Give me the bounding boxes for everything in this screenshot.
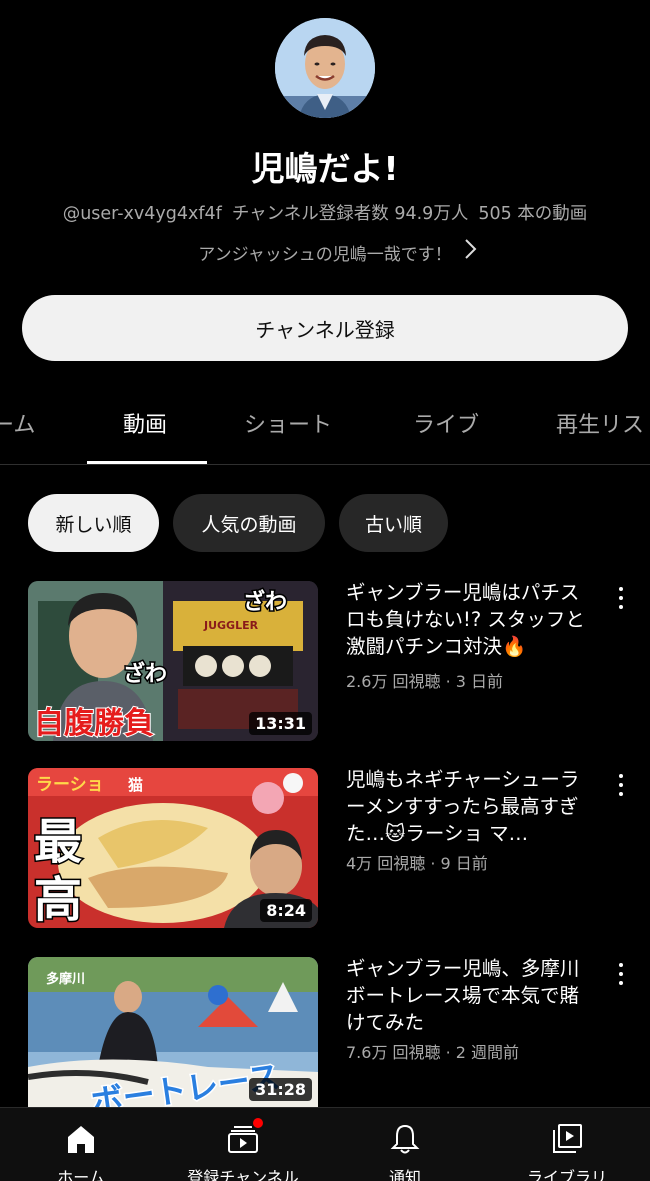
notification-dot xyxy=(251,1116,265,1130)
bottom-navigation: ホーム 登録チャンネル 通知 ライブラリ xyxy=(0,1107,650,1181)
tab-playlists[interactable]: 再生リス xyxy=(556,407,644,439)
tab-live[interactable]: ライブ xyxy=(413,407,479,439)
channel-description[interactable]: アンジャッシュの児嶋一哉です！ xyxy=(0,239,650,265)
subscribe-button[interactable]: チャンネル登録 xyxy=(22,295,628,361)
video-title[interactable]: ギャンブラー児嶋はパチスロも負けない!? スタッフと激闘パチンコ対決🔥 xyxy=(346,579,596,660)
video-duration: 13:31 xyxy=(249,712,312,735)
nav-label: ホーム xyxy=(57,1168,105,1181)
channel-tabs: ーム 動画 ショート ライブ 再生リス xyxy=(0,385,650,465)
nav-library[interactable]: ライブラリ xyxy=(486,1108,648,1181)
chip-popular[interactable]: 人気の動画 xyxy=(173,494,325,552)
active-tab-indicator xyxy=(87,461,207,464)
channel-description-text: アンジャッシュの児嶋一哉です！ xyxy=(198,245,452,265)
video-thumbnail[interactable]: ラーショ 猫 最 高 8:24 xyxy=(28,768,318,928)
video-item[interactable]: 自腹勝負 ざわ ざわ JUGGLER 13:31 ギャンブラー児嶋はパチスロも負… xyxy=(28,581,650,743)
chip-newest[interactable]: 新しい順 xyxy=(28,494,159,552)
thumb-caption: 自腹勝負 xyxy=(34,706,154,741)
tab-videos[interactable]: 動画 xyxy=(123,407,167,439)
video-title[interactable]: ギャンブラー児嶋、多摩川ボートレース場で本気で賭けてみた xyxy=(346,955,596,1036)
video-duration: 31:28 xyxy=(249,1078,312,1101)
more-options-icon[interactable] xyxy=(611,772,631,798)
nav-label: ライブラリ xyxy=(526,1168,607,1181)
video-meta: 7.6万 回視聴 · 2 週間前 xyxy=(346,1043,520,1062)
nav-notifications[interactable]: 通知 xyxy=(324,1108,486,1181)
video-thumbnail[interactable]: 自腹勝負 ざわ ざわ JUGGLER 13:31 xyxy=(28,581,318,741)
bell-icon xyxy=(390,1124,420,1154)
channel-handle: @user-xv4yg4xf4f xyxy=(62,204,222,224)
thumb-caption: 多摩川 xyxy=(46,971,85,987)
thumb-caption: ざわ xyxy=(123,661,167,687)
nav-label: 登録チャンネル xyxy=(187,1168,299,1181)
nav-label: 通知 xyxy=(388,1168,421,1181)
nav-subscriptions[interactable]: 登録チャンネル xyxy=(162,1108,324,1181)
video-count: 505 本の動画 xyxy=(478,204,588,224)
thumb-caption: 高 xyxy=(34,872,82,928)
subscriber-count: チャンネル登録者数 94.9万人 xyxy=(231,204,469,224)
video-item[interactable]: ラーショ 猫 最 高 8:24 児嶋もネギチャーシューラーメンすすったら最高すぎ… xyxy=(28,768,650,930)
library-icon xyxy=(553,1124,582,1153)
video-meta: 2.6万 回視聴 · 3 日前 xyxy=(346,672,504,691)
tab-home[interactable]: ーム xyxy=(0,407,35,439)
thumb-caption: 猫 xyxy=(128,776,143,794)
video-item[interactable]: ボートレース 多摩川 31:28 ギャンブラー児嶋、多摩川ボートレース場で本気で… xyxy=(28,957,650,1119)
channel-meta: @user-xv4yg4xf4f チャンネル登録者数 94.9万人 505 本の動画 xyxy=(0,200,650,225)
video-thumbnail[interactable]: ボートレース 多摩川 31:28 xyxy=(28,957,318,1107)
chip-oldest[interactable]: 古い順 xyxy=(339,494,448,552)
thumb-caption: 最 xyxy=(34,814,82,870)
thumb-caption: JUGGLER xyxy=(203,619,259,632)
thumb-caption: ラーショ xyxy=(36,775,104,795)
more-options-icon[interactable] xyxy=(611,585,631,611)
nav-home[interactable]: ホーム xyxy=(0,1108,162,1181)
tab-shorts[interactable]: ショート xyxy=(244,407,332,439)
channel-avatar[interactable] xyxy=(275,18,375,118)
thumb-caption: ざわ xyxy=(243,589,287,615)
chevron-right-icon xyxy=(465,239,477,259)
more-options-icon[interactable] xyxy=(611,961,631,987)
video-meta: 4万 回視聴 · 9 日前 xyxy=(346,854,488,873)
channel-name: 児嶋だよ! xyxy=(251,149,399,188)
video-title[interactable]: 児嶋もネギチャーシューラーメンすすったら最高すぎた…🐱ラーショ マ… xyxy=(346,766,596,847)
home-icon xyxy=(68,1126,94,1153)
video-duration: 8:24 xyxy=(260,899,312,922)
